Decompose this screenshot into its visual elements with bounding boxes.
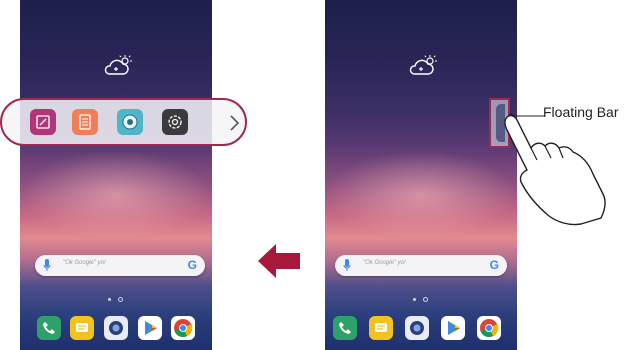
google-search-bar[interactable]: "Ok Google" yo! G [35,255,205,276]
camera-icon[interactable] [405,316,429,340]
google-g-icon[interactable]: G [490,258,499,272]
microphone-icon[interactable] [343,259,351,272]
messages-icon[interactable] [369,316,393,340]
page-dot-home [423,297,428,302]
search-hint: "Ok Google" yo! [63,260,106,266]
google-search-bar[interactable]: "Ok Google" yo! G [335,255,507,276]
floating-bar-expanded [0,98,247,146]
phone-screen-left: "Ok Google" yo! G [20,0,212,350]
page-indicator [20,297,212,304]
arrow-left-icon [258,244,300,278]
chrome-icon[interactable] [477,316,501,340]
wallpaper-glow [20,150,212,240]
wallpaper-glow [325,150,517,240]
notepad-icon[interactable] [30,109,56,135]
play-store-icon[interactable] [138,316,162,340]
camera-icon[interactable] [104,316,128,340]
play-store-icon[interactable] [441,316,465,340]
hand-pointer-icon [504,114,606,226]
settings-icon[interactable] [162,109,188,135]
cloud-sun-icon [409,55,437,75]
camera-capture-icon[interactable] [117,109,143,135]
phone-icon[interactable] [37,316,61,340]
chrome-icon[interactable] [171,316,195,340]
google-g-icon[interactable]: G [188,258,197,272]
app-dock [325,316,517,340]
app-dock [20,316,212,340]
chevron-right-icon[interactable] [228,114,240,132]
page-dot-home [118,297,123,302]
search-hint: "Ok Google" yo! [363,260,406,266]
page-dot [108,298,111,301]
page-dot [413,298,416,301]
phone-screen-right: "Ok Google" yo! G [325,0,517,350]
messages-icon[interactable] [70,316,94,340]
cloud-sun-icon [104,55,132,75]
microphone-icon[interactable] [43,259,51,272]
notes-list-icon[interactable] [72,109,98,135]
page-indicator [325,297,517,304]
phone-icon[interactable] [333,316,357,340]
